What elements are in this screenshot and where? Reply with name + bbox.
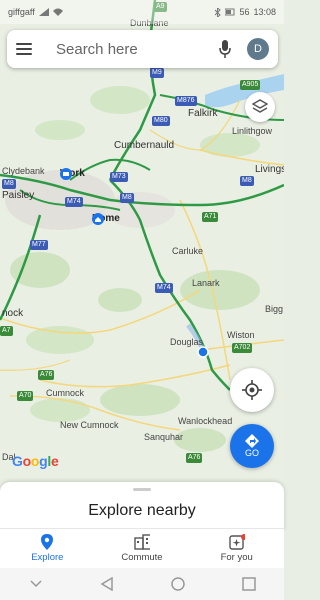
road-shield-m8-west: M8 [2,179,16,189]
road-shield-a7: A7 [0,326,13,336]
road-shield-m80: M80 [152,116,170,126]
system-recents-button[interactable] [239,574,259,594]
layers-icon [252,99,268,113]
tab-for-you[interactable]: For you [189,529,284,568]
place-label-new-cumnock: New Cumnock [60,420,119,430]
battery-percent: 56 [239,7,250,17]
system-navigation-bar [0,568,284,600]
place-label-cumbernauld: Cumbernauld [114,140,175,151]
place-label-paisley: Paisley [2,190,35,201]
microphone-icon[interactable] [217,39,233,59]
home-pin[interactable]: Home [92,213,120,225]
road-shield-m73: M73 [110,172,128,182]
bottom-navigation: Explore Commute For you [0,528,284,568]
my-location-button[interactable] [230,368,274,412]
place-label-wanlockhead: Wanlockhead [178,416,233,426]
directions-arrow-icon [245,434,259,448]
status-bar: giffgaff 56 13:08 [0,0,284,24]
work-briefcase-icon [60,168,72,180]
search-bar[interactable]: Search here D [7,30,278,68]
chevron-down-icon [29,580,42,588]
commute-building-icon [134,534,150,550]
map-view[interactable]: Dunblane Falkirk Linlithgow Cumbernauld … [0,0,284,486]
carrier-label: giffgaff [8,7,35,17]
road-shield-a76-north: A76 [38,370,55,380]
work-pin[interactable]: Work [60,168,85,180]
place-label-livingston: Livings [255,164,284,175]
road-shield-m74-south: M74 [155,283,173,293]
place-label-douglas: Douglas [170,337,204,347]
search-input[interactable]: Search here [56,41,217,58]
crosshair-location-icon [242,380,262,400]
tab-explore-label: Explore [31,552,64,563]
sheet-title: Explore nearby [88,502,196,519]
explore-bottom-sheet[interactable]: Explore nearby [0,482,284,530]
system-back-button[interactable] [97,574,117,594]
tab-explore[interactable]: Explore [0,529,95,568]
system-hide-button[interactable] [26,574,46,594]
bluetooth-icon [215,7,222,17]
directions-go-button[interactable]: GO [230,424,274,468]
road-shield-a70: A70 [17,391,34,401]
status-time: 13:08 [253,7,276,17]
road-shield-m77: M77 [30,240,48,250]
place-label-linlithgow: Linlithgow [232,126,273,136]
account-avatar[interactable]: D [247,38,269,60]
layers-button[interactable] [245,92,275,122]
road-shield-m8-east: M8 [240,176,254,186]
signal-icon [38,8,49,16]
tab-commute[interactable]: Commute [95,529,190,568]
place-label-wiston: Wiston [227,330,255,340]
place-label-lanark: Lanark [192,278,220,288]
road-shield-a71: A71 [202,212,219,222]
place-label-carluke: Carluke [172,246,204,256]
place-label-kilmarnock: nock [2,308,24,319]
place-label-falkirk: Falkirk [188,108,218,119]
home-house-icon [92,213,104,225]
road-shield-m8-mid: M8 [120,193,134,203]
go-label: GO [244,448,259,458]
road-shield-m876: M876 [175,96,197,106]
hamburger-menu-icon[interactable] [16,43,32,55]
road-shield-a76-south: A76 [186,453,203,463]
place-label-biggar: Bigg [265,304,284,314]
tab-for-you-label: For you [220,552,253,563]
road-shield-a905: A905 [240,80,261,90]
home-circle-icon [170,577,185,591]
for-you-sparkle-icon [228,534,245,550]
google-logo: Google [12,453,59,469]
tab-commute-label: Commute [121,552,163,563]
recents-square-icon [241,577,256,591]
back-triangle-icon [100,577,113,591]
location-pin-icon [41,534,54,550]
road-shield-m9: M9 [150,68,164,78]
place-label-clydebank: Clydebank [2,166,45,176]
place-label-sanquhar: Sanquhar [144,432,184,442]
system-home-button[interactable] [168,574,188,594]
road-shield-m74-north: M74 [65,197,83,207]
place-label-cumnock: Cumnock [46,388,85,398]
sheet-drag-handle[interactable] [133,488,151,491]
wifi-icon [52,8,63,16]
road-shield-a702: A702 [232,343,253,353]
battery-icon [225,8,235,16]
notification-dot-icon [240,534,245,540]
